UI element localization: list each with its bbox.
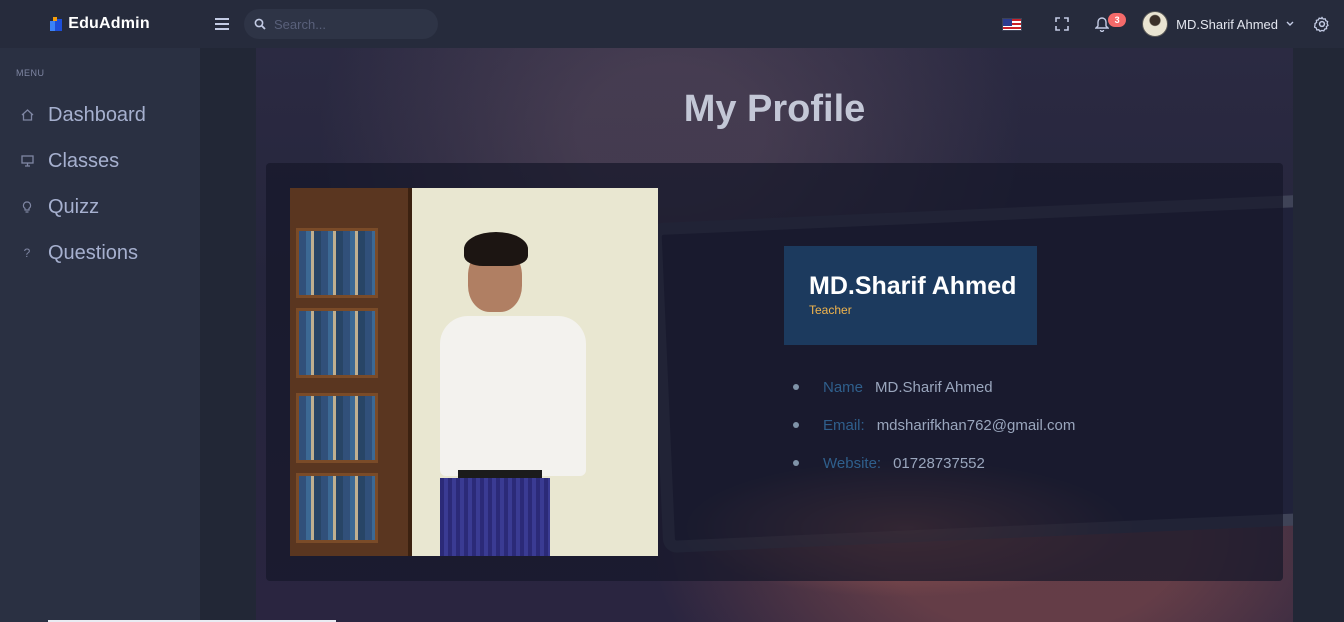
lightbulb-icon: [20, 200, 34, 214]
bullet-icon: [793, 422, 799, 428]
search-box: [244, 9, 438, 39]
home-icon: [20, 108, 34, 122]
main-content: My Profile MD.Sharif Ahmed Teacher Name: [256, 48, 1293, 622]
list-item: Email: mdsharifkhan762@gmail.com: [793, 406, 1075, 444]
sidebar-item-dashboard[interactable]: Dashboard: [0, 92, 200, 138]
bookshelf-image: [290, 188, 412, 556]
chevron-down-icon: [1286, 21, 1294, 26]
sidebar-item-label: Dashboard: [48, 103, 146, 126]
bell-icon: [1095, 16, 1110, 32]
notifications-button[interactable]: 3: [1086, 0, 1127, 48]
field-value: mdsharifkhan762@gmail.com: [876, 416, 1076, 434]
profile-photo: [290, 188, 658, 556]
bullet-icon: [793, 384, 799, 390]
gear-icon: [1314, 16, 1329, 32]
bullet-icon: [793, 460, 799, 466]
avatar: [1142, 11, 1169, 37]
page-title: My Profile: [683, 88, 866, 130]
topbar: EduAdmin 3: [0, 0, 1344, 48]
profile-role: Teacher: [809, 303, 852, 317]
fullscreen-button[interactable]: [1046, 0, 1078, 48]
search-input[interactable]: [274, 16, 424, 32]
list-item: Website: 01728737552: [793, 444, 1075, 482]
us-flag-icon[interactable]: [1002, 17, 1023, 31]
list-item: Name MD.Sharif Ahmed: [793, 368, 1075, 406]
question-icon: ?: [23, 246, 31, 260]
search-icon: [254, 18, 266, 30]
field-label: Name: [823, 378, 864, 396]
hamburger-menu-button[interactable]: [200, 0, 244, 48]
sidebar-item-label: Quizz: [48, 195, 100, 218]
field-label: Website:: [823, 454, 882, 472]
menu-title: MENU: [16, 68, 45, 78]
sidebar-item-label: Classes: [48, 149, 120, 172]
profile-details-list: Name MD.Sharif Ahmed Email: mdsharifkhan…: [793, 368, 1075, 482]
brand-logo[interactable]: EduAdmin: [0, 0, 200, 48]
sidebar-item-classes[interactable]: Classes: [0, 138, 200, 184]
user-name: MD.Sharif Ahmed: [1176, 16, 1278, 32]
sidebar: MENU Dashboard Classes Quizz ? Questions: [0, 48, 200, 622]
profile-name-box: MD.Sharif Ahmed Teacher: [784, 246, 1037, 345]
profile-card: MD.Sharif Ahmed Teacher Name MD.Sharif A…: [266, 163, 1283, 581]
settings-button[interactable]: [1306, 0, 1338, 48]
logo-icon: [50, 17, 63, 31]
sidebar-item-questions[interactable]: ? Questions: [0, 230, 200, 276]
notification-badge: 3: [1108, 13, 1127, 27]
fullscreen-icon: [1055, 17, 1069, 31]
field-value: MD.Sharif Ahmed: [875, 378, 993, 396]
monitor-icon: [20, 154, 34, 168]
field-value: 01728737552: [893, 454, 985, 472]
topbar-actions: 3 MD.Sharif Ahmed: [1002, 0, 1344, 48]
hamburger-icon: [215, 18, 229, 30]
sidebar-item-label: Questions: [48, 241, 139, 264]
field-label: Email:: [823, 416, 865, 434]
sidebar-nav: Dashboard Classes Quizz ? Questions: [0, 92, 200, 276]
user-dropdown[interactable]: MD.Sharif Ahmed: [1118, 0, 1306, 48]
sidebar-item-quizz[interactable]: Quizz: [0, 184, 200, 230]
profile-name: MD.Sharif Ahmed: [809, 272, 1017, 300]
brand-name: EduAdmin: [68, 15, 150, 32]
